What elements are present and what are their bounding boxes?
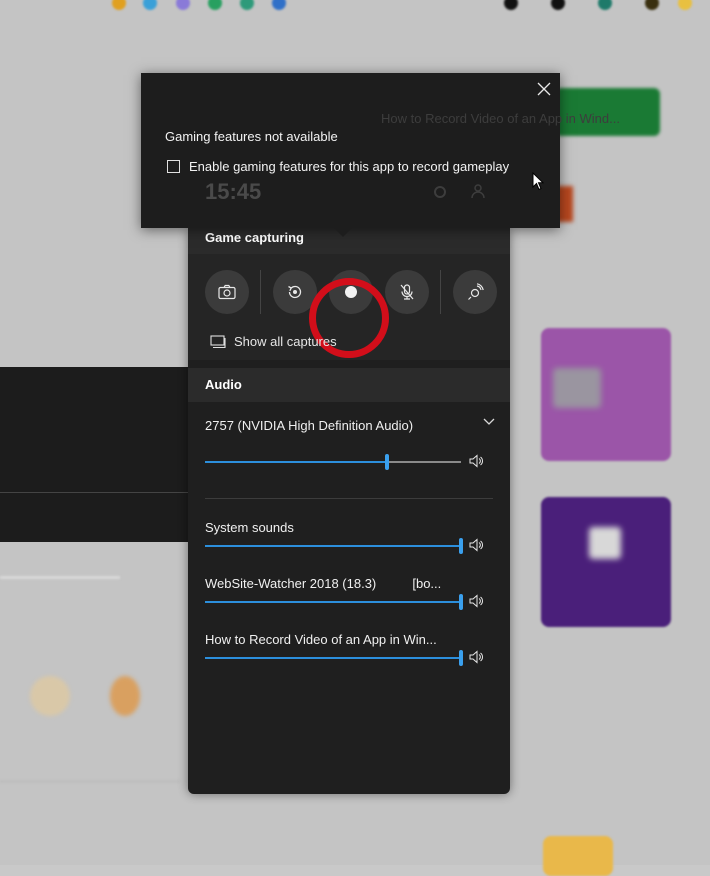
- replay-icon: [288, 285, 302, 299]
- bg-image: [30, 676, 70, 716]
- bg-dark-window: [0, 367, 190, 542]
- app-volume-label: System sounds: [205, 520, 294, 535]
- camera-icon: [218, 284, 236, 300]
- audio-device-select[interactable]: 2757 (NVIDIA High Definition Audio): [205, 418, 495, 433]
- bg-line: [0, 576, 120, 579]
- bg-app-tile: [541, 328, 671, 461]
- capture-controls: Show all captures: [188, 254, 510, 360]
- device-volume-slider[interactable]: [205, 454, 461, 470]
- speaker-icon[interactable]: [469, 650, 483, 664]
- mouse-cursor-icon: [532, 172, 544, 191]
- bg-divider: [0, 492, 190, 493]
- slider-fill: [205, 657, 461, 659]
- capture-widget: Game capturing Show all captures Audio 2…: [188, 228, 510, 794]
- bg-app-tile: [543, 836, 613, 876]
- close-button[interactable]: [534, 79, 554, 99]
- app-volume-label: WebSite-Watcher 2018 (18.3) [bo...: [205, 576, 442, 591]
- chevron-down-icon: [483, 418, 495, 425]
- user-icon: [471, 184, 485, 199]
- divider: [205, 498, 493, 499]
- app-volume-label: How to Record Video of an App in Win...: [205, 632, 437, 647]
- gaming-features-popup: How to Record Video of an App in Wind...…: [141, 73, 620, 237]
- slider-fill: [205, 601, 461, 603]
- broadcast-button[interactable]: [453, 270, 497, 314]
- checkbox-label: Enable gaming features for this app to r…: [189, 159, 510, 174]
- mic-button[interactable]: [385, 270, 429, 314]
- bg-image: [110, 676, 140, 716]
- close-icon: [537, 82, 551, 96]
- screenshot-button[interactable]: [205, 270, 249, 314]
- bg-line: [0, 780, 180, 783]
- enable-gaming-features-checkbox[interactable]: Enable gaming features for this app to r…: [167, 159, 509, 174]
- checkbox-box[interactable]: [167, 160, 180, 173]
- separator: [260, 270, 261, 314]
- app-volume-slider[interactable]: [205, 650, 463, 666]
- slider-thumb[interactable]: [459, 650, 463, 666]
- settings-icon: [434, 186, 446, 198]
- slider-fill: [205, 461, 387, 463]
- separator: [440, 270, 441, 314]
- mic-off-icon: [400, 284, 414, 300]
- background-clock: 15:45: [205, 179, 262, 204]
- gallery-icon: [210, 334, 226, 348]
- background-heading: How to Record Video of an App in Wind...: [381, 111, 620, 126]
- audio-device-name: 2757 (NVIDIA High Definition Audio): [205, 418, 414, 433]
- popup-title: Gaming features not available: [165, 129, 338, 144]
- slider-thumb[interactable]: [384, 454, 389, 470]
- speaker-icon[interactable]: [469, 594, 483, 608]
- bg-app-tile: [541, 497, 671, 627]
- speaker-icon[interactable]: [469, 538, 483, 552]
- slider-thumb[interactable]: [459, 594, 463, 610]
- slider-thumb[interactable]: [459, 538, 463, 554]
- show-all-captures-link[interactable]: Show all captures: [210, 334, 337, 349]
- slider-fill: [205, 545, 461, 547]
- speaker-icon[interactable]: [469, 454, 483, 468]
- show-all-captures-label: Show all captures: [234, 334, 337, 349]
- app-volume-slider[interactable]: [205, 594, 463, 610]
- app-volume-slider[interactable]: [205, 538, 463, 554]
- broadcast-icon: [468, 283, 484, 300]
- popup-pointer: [334, 228, 352, 237]
- audio-header: Audio: [188, 368, 510, 402]
